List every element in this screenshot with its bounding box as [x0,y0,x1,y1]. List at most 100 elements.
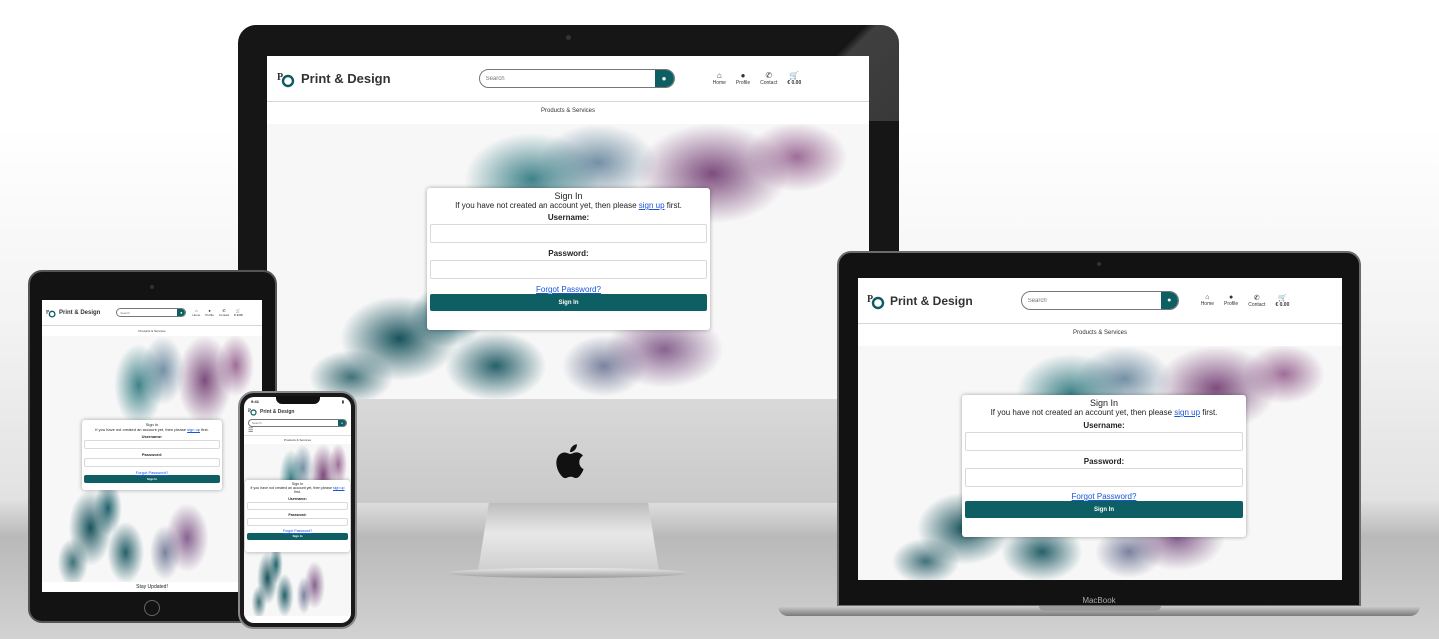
iphone-notch [276,396,320,404]
nav-cart[interactable]: 🛒 € 0.00 [1275,294,1289,308]
ipad-camera [150,285,154,289]
username-field[interactable] [247,501,348,510]
nav-profile[interactable]: ● Profile [205,308,214,317]
phone-time: 9:41 [251,399,260,404]
products-services-menu[interactable]: Products & Services [284,438,311,442]
cart-icon: 🛒 [789,71,800,80]
profile-icon: ● [1229,293,1234,301]
hamburger-icon[interactable]: ☰ [248,428,347,435]
subnav-bar: Products & Services [244,435,351,444]
password-label: Password: [141,452,163,457]
logo-mark[interactable]: P [277,70,295,88]
signin-prompt: If you have not created an account yet, … [95,427,209,432]
search-icon[interactable]: ● [654,70,674,87]
search-icon[interactable]: ● [338,420,346,426]
search-input[interactable] [479,75,655,82]
password-label: Password: [1083,457,1125,466]
apple-logo-icon [553,442,585,485]
signin-button[interactable]: Sign In [247,532,348,540]
username-label: Username: [141,434,163,439]
products-services-menu[interactable]: Products & Services [1073,330,1127,336]
macbook-label: MacBook [1082,596,1116,605]
site-header: P Print & Design ● ⌂Home ●Profile ✆Conta… [267,56,869,102]
logo-mark[interactable]: P [248,407,257,416]
macbook-camera [1097,262,1101,266]
nav-contact[interactable]: ✆ Contact [1248,294,1265,308]
password-field[interactable] [84,458,220,467]
search-bar: ● [478,69,675,88]
search-input[interactable] [249,421,338,425]
search-icon[interactable]: ● [177,309,186,316]
password-field[interactable] [247,517,348,526]
macbook-screen: P Print & Design ● ⌂Home ●Profile ✆Conta… [858,278,1342,580]
password-field[interactable] [965,468,1243,487]
forgot-password-link[interactable]: Forgot Password? [965,492,1243,501]
ipad-screen: P Print & Design ● ⌂Home ●Profile ✆Conta… [42,300,262,592]
search-icon[interactable]: ● [1160,292,1178,309]
signup-link[interactable]: sign up [333,486,345,490]
signin-card: Sign In If you have not created an accou… [962,395,1246,537]
ipad-home-button [144,600,160,616]
imac-camera [566,35,571,40]
logo-mark[interactable]: P [867,292,885,310]
signup-link[interactable]: sign up [1174,408,1200,417]
nav-profile[interactable]: ● Profile [736,71,750,86]
username-label: Username: [547,213,590,222]
signin-prompt: If you have not created an account yet, … [250,486,345,495]
forgot-password-link[interactable]: Forgot Password? [430,285,707,294]
username-field[interactable] [965,432,1243,451]
signin-button[interactable]: Sign In [430,294,707,311]
cart-icon: 🛒 [1278,294,1287,302]
nav-home[interactable]: ⌂ Home [192,308,200,317]
nav-home[interactable]: ⌂ Home [1201,294,1214,307]
products-services-menu[interactable]: Products & Services [138,329,165,333]
search-bar: ● [116,308,187,317]
subnav-bar: Products & Services [42,326,262,336]
home-icon: ⌂ [716,71,722,80]
hero-background: Sign In If you have not created an accou… [42,336,262,582]
nav-profile[interactable]: ● Profile [1224,294,1238,307]
subnav-bar: Products & Services [267,102,869,124]
site-header: P Print & Design ● ☰ [244,406,351,435]
main-nav: ⌂ Home ● Profile ✆ Contact 🛒 € 0.00 [192,308,242,317]
imac-stand [478,503,659,571]
brand-name[interactable]: Print & Design [890,294,973,308]
nav-contact[interactable]: ✆ Contact [760,71,777,86]
nav-home[interactable]: ⌂ Home [713,71,726,86]
username-field[interactable] [430,224,707,243]
phone-icon: ✆ [1253,294,1260,302]
hero-background: Sign In If you have not created an accou… [267,124,869,399]
nav-contact[interactable]: ✆ Contact [219,308,229,317]
battery-icon: ▮ [341,399,344,404]
username-field[interactable] [84,440,220,449]
footer-peek: Stay Updated! [136,584,168,590]
imac-stand-foot [446,568,690,578]
signin-card: Sign In If you have not created an accou… [427,188,710,330]
home-icon: ⌂ [1205,293,1210,301]
signin-button[interactable]: Sign In [965,501,1243,518]
password-label: Password: [548,249,589,258]
signin-card: Sign In If you have not created an accou… [82,420,222,490]
site-header: P Print & Design ● ⌂Home ●Profile ✆Conta… [858,278,1342,324]
search-bar: ● [1020,291,1179,310]
imac-screen: P Print & Design ● ⌂Home ●Profile ✆Conta… [267,56,869,399]
brand-name[interactable]: Print & Design [59,310,100,316]
brand-name[interactable]: Print & Design [301,71,391,86]
logo-mark[interactable]: P [46,308,56,318]
signup-link[interactable]: sign up [187,427,200,432]
macbook-notch [1039,606,1161,611]
password-field[interactable] [430,260,707,279]
signin-card: Sign In If you have not created an accou… [245,480,350,552]
search-bar: ● [248,419,347,427]
search-input[interactable] [117,310,178,315]
products-services-menu[interactable]: Products & Services [541,108,595,114]
signin-button[interactable]: Sign In [84,475,220,483]
main-nav: ⌂ Home ● Profile ✆ Contact 🛒 € 0.00 [713,71,802,86]
username-label: Username: [1083,421,1125,430]
brand-name[interactable]: Print & Design [260,409,294,415]
username-label: Username: [288,496,307,501]
signup-link[interactable]: sign up [639,201,665,210]
search-input[interactable] [1021,297,1161,304]
nav-cart[interactable]: 🛒 € 0.00 [787,71,801,86]
nav-cart[interactable]: 🛒 € 0.00 [234,308,242,317]
